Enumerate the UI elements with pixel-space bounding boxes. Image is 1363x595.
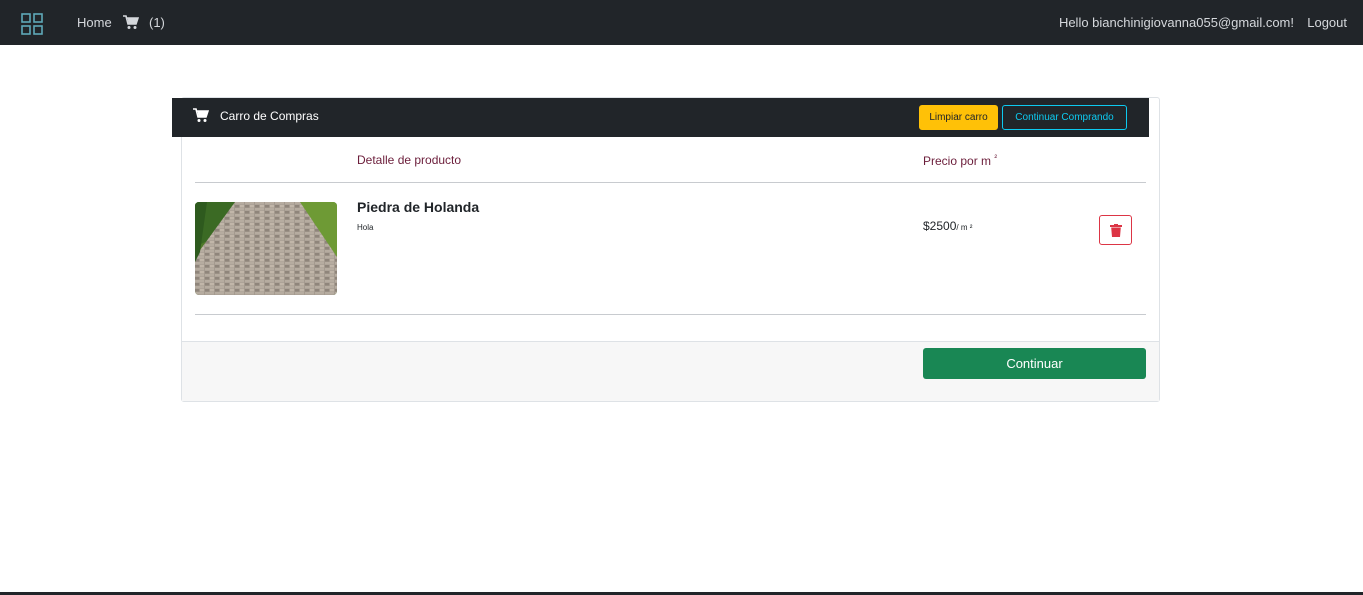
nav-home-link[interactable]: Home — [77, 15, 112, 30]
column-header-detail: Detalle de producto — [357, 153, 462, 167]
delete-item-button[interactable] — [1099, 215, 1132, 245]
paved-path-image — [195, 202, 337, 295]
cart-card-header: Carro de Compras Limpiar carro Continuar… — [172, 98, 1149, 137]
table-divider — [195, 182, 1146, 183]
product-price-unit: / m ² — [956, 223, 973, 232]
cart-icon — [193, 108, 210, 128]
column-header-price: Precio por m ² — [923, 153, 997, 168]
cart-title: Carro de Compras — [220, 109, 319, 123]
cart-icon — [123, 15, 139, 29]
clear-cart-button[interactable]: Limpiar carro — [919, 105, 998, 130]
product-name[interactable]: Piedra de Holanda — [357, 199, 479, 215]
user-greeting: Hello bianchinigiovanna055@gmail.com! — [1058, 15, 1294, 30]
table-divider — [195, 314, 1146, 315]
cart-count: (1) — [149, 15, 165, 30]
column-header-price-label: Precio por m — [923, 154, 992, 168]
product-price-value: $2500 — [923, 219, 957, 233]
logout-link[interactable]: Logout — [1307, 15, 1347, 30]
product-description: Hola — [357, 223, 374, 232]
trash-icon — [1110, 224, 1122, 237]
navbar: Home (1) Hello bianchinigiovanna055@gmai… — [0, 0, 1363, 45]
grid-icon[interactable] — [21, 13, 43, 35]
continue-button[interactable]: Continuar — [923, 348, 1146, 379]
continue-shopping-button[interactable]: Continuar Comprando — [1002, 105, 1127, 130]
column-header-price-sup: ² — [994, 153, 998, 162]
product-price: $2500/ m ² — [923, 219, 972, 233]
